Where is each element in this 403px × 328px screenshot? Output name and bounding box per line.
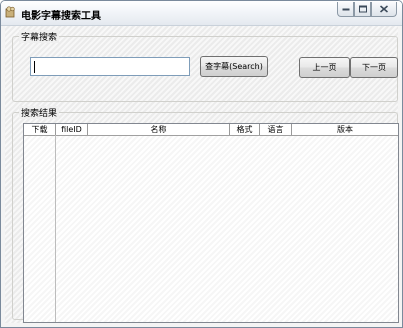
window-title: 电影字幕搜索工具 xyxy=(21,11,101,22)
client-area: 字幕搜索 查字幕(Search) 上一页 下一页 搜索结果 下载 fileID … xyxy=(5,26,399,323)
title-bar[interactable]: 电影字幕搜索工具 xyxy=(1,1,402,26)
maximize-icon xyxy=(358,5,367,13)
close-button[interactable] xyxy=(371,2,397,17)
column-divider xyxy=(55,135,56,322)
column-header-download[interactable]: 下载 xyxy=(24,124,56,135)
next-page-button[interactable]: 下一页 xyxy=(350,57,398,78)
search-subtitle-button[interactable]: 查字幕(Search) xyxy=(200,56,268,77)
search-results-group-label: 搜索结果 xyxy=(19,106,60,119)
column-header-language[interactable]: 语言 xyxy=(260,124,292,135)
app-icon xyxy=(5,6,15,18)
text-caret xyxy=(34,61,35,73)
app-window: 电影字幕搜索工具 字幕搜索 查字幕(Search) 上一页 下一页 搜索结果 下… xyxy=(0,0,403,328)
close-icon xyxy=(380,5,388,13)
minimize-button[interactable] xyxy=(337,2,354,17)
results-list-header: 下载 fileID 名称 格式 语言 版本 xyxy=(24,124,398,136)
column-header-version[interactable]: 版本 xyxy=(292,124,398,135)
search-input[interactable] xyxy=(30,57,190,76)
subtitle-search-group-label: 字幕搜索 xyxy=(19,30,60,43)
prev-page-button[interactable]: 上一页 xyxy=(299,57,350,78)
maximize-button[interactable] xyxy=(354,2,371,17)
minimize-icon xyxy=(342,8,349,11)
results-list[interactable]: 下载 fileID 名称 格式 语言 版本 xyxy=(23,123,399,323)
column-header-fileid[interactable]: fileID xyxy=(56,124,88,135)
column-header-name[interactable]: 名称 xyxy=(88,124,230,135)
column-header-format[interactable]: 格式 xyxy=(230,124,260,135)
